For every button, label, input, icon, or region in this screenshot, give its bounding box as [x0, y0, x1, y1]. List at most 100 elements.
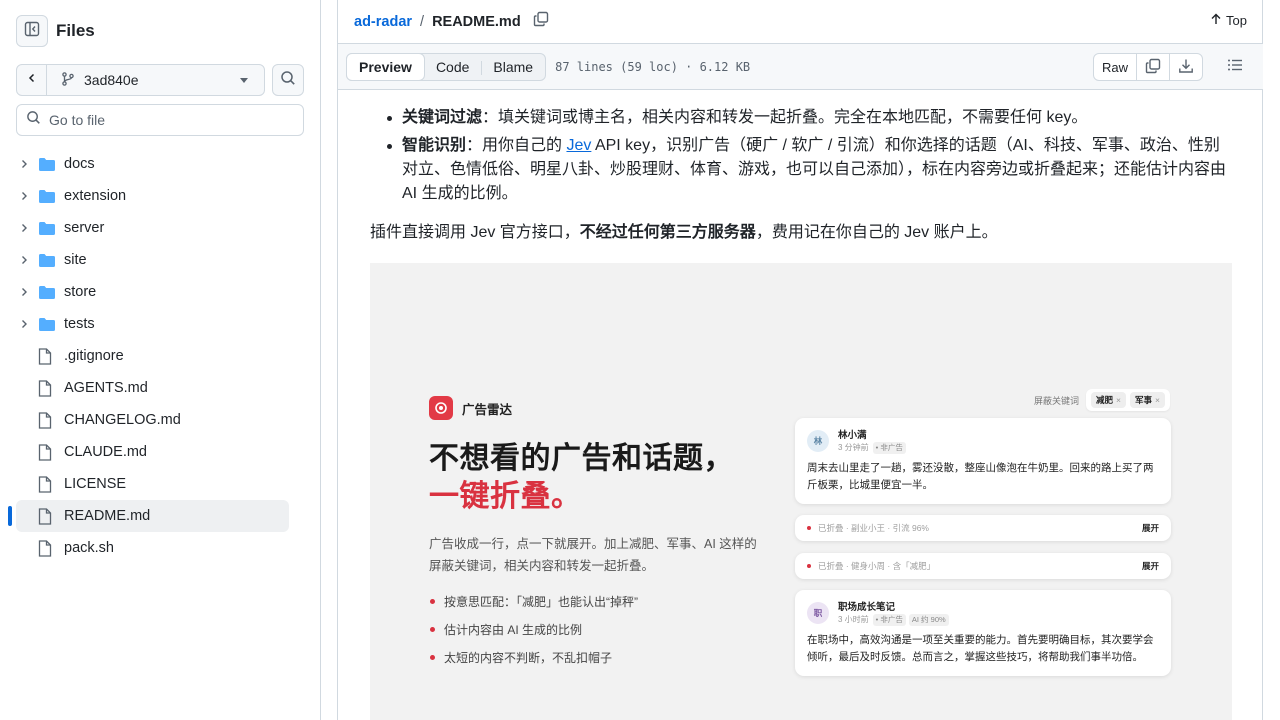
file-actions: Raw	[1092, 53, 1249, 81]
chip-label: 军事	[1135, 395, 1153, 405]
copy-raw-button[interactable]	[1136, 54, 1169, 80]
list-item: 按意思匹配：「减肥」也能认出“掉秤”	[429, 593, 638, 621]
arrow-up-icon	[1210, 13, 1222, 28]
tree-item-label: pack.sh	[64, 540, 114, 556]
file-info: 87 lines (59 loc) · 6.12 KB	[555, 59, 751, 74]
folder-icon	[38, 157, 58, 172]
breadcrumb-separator: /	[420, 13, 425, 30]
breadcrumb-file: README.md	[432, 13, 521, 30]
tree-folder-tests[interactable]: tests	[16, 308, 289, 340]
go-to-file-input[interactable]	[49, 112, 289, 128]
collapse-sidebar-button[interactable]	[16, 15, 48, 47]
tree-item-label: server	[64, 220, 105, 236]
chevron-right-icon[interactable]	[16, 319, 32, 329]
bullet-title: 智能识别	[402, 137, 467, 154]
expand-button: 展开	[1141, 561, 1159, 571]
breadcrumb-repo-link[interactable]: ad-radar	[354, 14, 412, 30]
avatar: 职	[807, 602, 829, 624]
post-author: 职场成长笔记	[838, 602, 896, 613]
file-tree-sidebar: Files 3ad840e Go to file docs extension …	[0, 0, 321, 720]
keyword-chip: 军事 ×	[1130, 392, 1165, 408]
file-icon	[38, 443, 58, 461]
chevron-right-icon[interactable]	[16, 255, 32, 265]
tree-item-label: LICENSE	[64, 476, 127, 492]
list-item: 太短的内容不判断，不乱扣帽子	[429, 649, 638, 677]
branch-selector[interactable]: 3ad840e	[47, 65, 264, 95]
post-author: 林小满	[838, 430, 867, 441]
avatar: 林	[807, 430, 829, 452]
tree-file-license[interactable]: LICENSE	[16, 468, 289, 500]
search-icon	[26, 110, 41, 130]
close-icon: ×	[1116, 395, 1121, 405]
folder-icon	[38, 189, 58, 204]
tree-file-agents[interactable]: AGENTS.md	[16, 372, 289, 404]
tree-folder-site[interactable]: site	[16, 244, 289, 276]
hero-description: 广告收成一行，点一下就展开。加上减肥、军事、AI 这样的屏蔽关键词，相关内容和转…	[429, 537, 757, 573]
tab-code[interactable]: Code	[424, 54, 481, 80]
file-icon	[38, 411, 58, 429]
hero-screenshot: 广告雷达 不想看的广告和话题， 一键折叠。 广告收成一行，点一下就展开。加上减肥…	[370, 263, 1232, 720]
tree-file-readme[interactable]: README.md	[8, 500, 289, 532]
tab-blame[interactable]: Blame	[481, 54, 545, 80]
tree-folder-extension[interactable]: extension	[16, 180, 289, 212]
status-badge: • 非广告	[872, 614, 906, 626]
tree-file-pack[interactable]: pack.sh	[16, 532, 289, 564]
file-icon	[38, 507, 58, 525]
tree-file-gitignore[interactable]: .gitignore	[16, 340, 289, 372]
tree-folder-docs[interactable]: docs	[16, 148, 289, 180]
back-to-top-link[interactable]: Top	[1210, 13, 1247, 28]
sidebar-title: Files	[56, 21, 95, 40]
radar-logo-icon	[429, 396, 453, 420]
file-icon	[38, 347, 58, 365]
chevron-left-icon	[26, 71, 38, 89]
file-icon	[38, 539, 58, 557]
back-button[interactable]	[17, 65, 47, 95]
post-time: 3 分钟前	[838, 443, 869, 452]
bullet-text: API key，识别广告（硬广 / 软广 / 引流）和你选择的话题（AI、科技、…	[591, 137, 1220, 154]
tree-file-claude[interactable]: CLAUDE.md	[16, 436, 289, 468]
file-icon	[38, 379, 58, 397]
hero-headline: 不想看的广告和话题，	[429, 442, 734, 475]
bullet-text: ：用你自己的	[466, 137, 567, 154]
tree-folder-server[interactable]: server	[16, 212, 289, 244]
chevron-right-icon[interactable]	[16, 191, 32, 201]
readme-body: 关键词过滤：填关键词或博主名，相关内容和转发一起折叠。完全在本地匹配，不需要任何…	[370, 90, 1232, 720]
list-item: 关键词过滤：填关键词或博主名，相关内容和转发一起折叠。完全在本地匹配，不需要任何…	[370, 106, 1232, 130]
bullet-text: 对立、色情低俗、明星八卦、炒股理财、体育、游戏，也可以自己添加），标在内容旁边或…	[402, 161, 1227, 178]
chevron-right-icon[interactable]	[16, 223, 32, 233]
search-button[interactable]	[272, 64, 304, 96]
post-text: 周末去山里走了一趟，雾还没散，整座山像泡在牛奶里。回来的路上买了两斤板栗，比城里…	[807, 462, 1154, 491]
post-card: 林 林小满 3 分钟前 • 非广告 周末去山里走了一趟，雾还没散，整座山像泡在牛奶…	[795, 418, 1171, 504]
download-icon	[1178, 58, 1194, 77]
keywords-label: 屏蔽关键词	[1034, 395, 1080, 406]
post-card: 职 职场成长笔记 3 小时前 • 非广告 AI 约 90% 在职场中，高效沟通是一项…	[795, 590, 1171, 676]
breadcrumb: ad-radar / README.md Top	[338, 0, 1263, 44]
chevron-right-icon[interactable]	[16, 159, 32, 169]
selected-indicator	[8, 506, 12, 526]
download-button[interactable]	[1169, 54, 1202, 80]
chevron-right-icon[interactable]	[16, 287, 32, 297]
go-to-file-box	[16, 104, 304, 136]
branch-group: 3ad840e	[16, 64, 265, 96]
tree-file-changelog[interactable]: CHANGELOG.md	[16, 404, 289, 436]
outline-button[interactable]	[1221, 53, 1249, 81]
blocked-keywords-bar: 屏蔽关键词 减肥 × 军事 ×	[1034, 389, 1170, 411]
search-icon	[280, 70, 296, 91]
tree-item-label: README.md	[64, 508, 151, 524]
para-text: ，费用记在你自己的 Jev 账户上。	[755, 224, 998, 241]
keyword-chip: 减肥 ×	[1091, 392, 1126, 408]
file-icon	[38, 475, 58, 493]
folded-post: 已折叠 · 副业小王 · 引流 96% 展开	[795, 515, 1171, 541]
raw-button[interactable]: Raw	[1094, 54, 1136, 80]
file-action-group: Raw	[1092, 53, 1203, 81]
tab-preview[interactable]: Preview	[346, 52, 425, 81]
list-item: 估计内容由 AI 生成的比例	[429, 621, 638, 649]
copy-icon	[533, 11, 549, 32]
sidebar-header: Files	[16, 15, 95, 47]
file-tree: docs extension server site store tests .…	[8, 148, 289, 564]
tree-folder-store[interactable]: store	[16, 276, 289, 308]
tree-item-label: tests	[64, 316, 95, 332]
jev-link[interactable]: Jev	[566, 137, 591, 154]
copy-path-button[interactable]	[533, 11, 549, 32]
api-paragraph: 插件直接调用 Jev 官方接口，不经过任何第三方服务器，费用记在你自己的 Jev…	[370, 221, 998, 245]
